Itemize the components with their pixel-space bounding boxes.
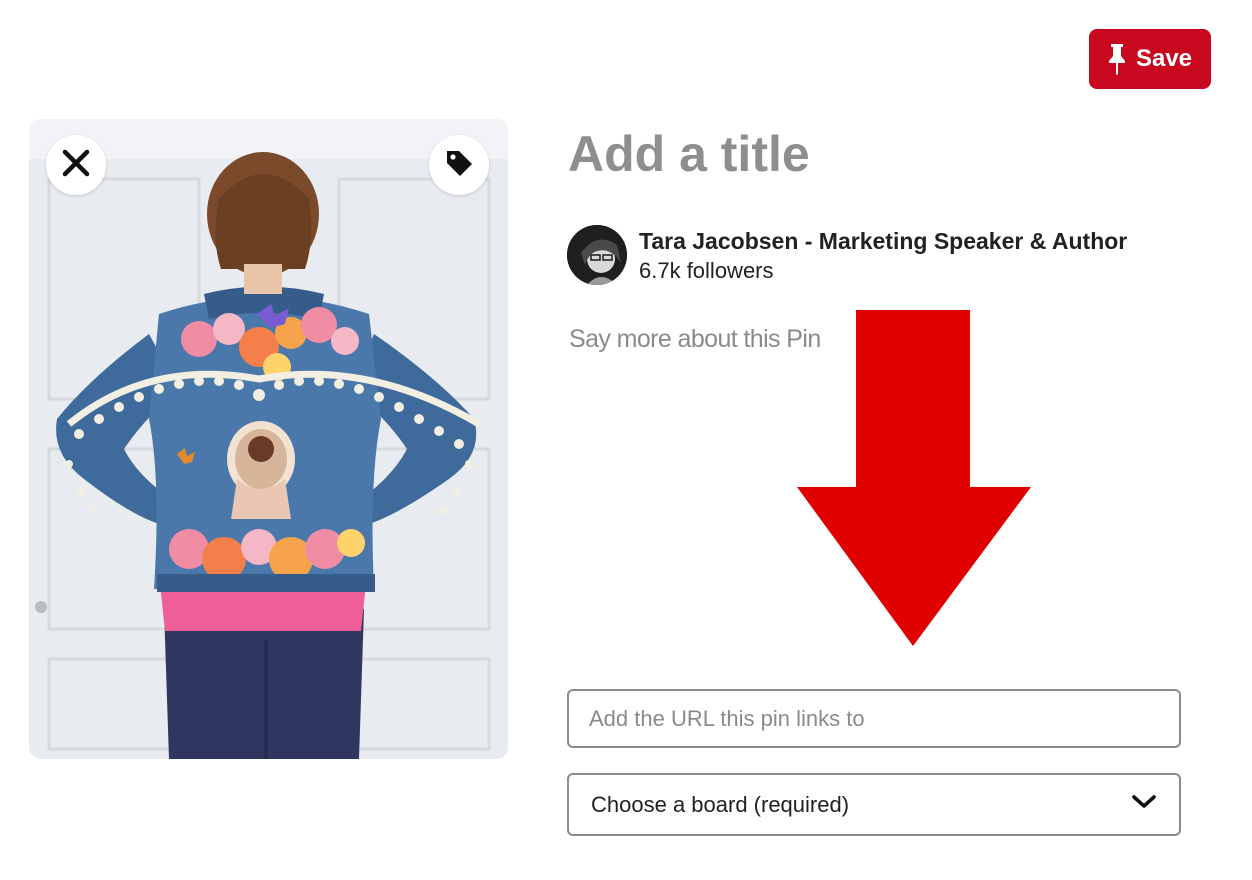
avatar[interactable] [567, 225, 627, 285]
down-arrow-icon [795, 308, 1033, 648]
close-button[interactable] [46, 135, 106, 195]
pin-image [29, 119, 508, 759]
author-name[interactable]: Tara Jacobsen - Marketing Speaker & Auth… [639, 228, 1127, 255]
board-dropdown-label: Choose a board (required) [591, 791, 850, 817]
save-button-label: Save [1135, 45, 1193, 72]
close-icon [61, 148, 91, 183]
chevron-down-icon [1131, 794, 1157, 815]
board-dropdown[interactable]: Choose a board (required) [567, 773, 1181, 836]
author-block: Tara Jacobsen - Marketing Speaker & Auth… [567, 225, 1187, 289]
url-input[interactable] [567, 689, 1181, 748]
follower-count: 6.7k followers [639, 258, 774, 283]
pushpin-icon [1108, 43, 1126, 75]
save-button[interactable]: Save [1089, 29, 1211, 89]
tag-icon [444, 148, 474, 183]
tag-button[interactable] [429, 135, 489, 195]
title-field[interactable]: Add a title [568, 122, 1168, 186]
